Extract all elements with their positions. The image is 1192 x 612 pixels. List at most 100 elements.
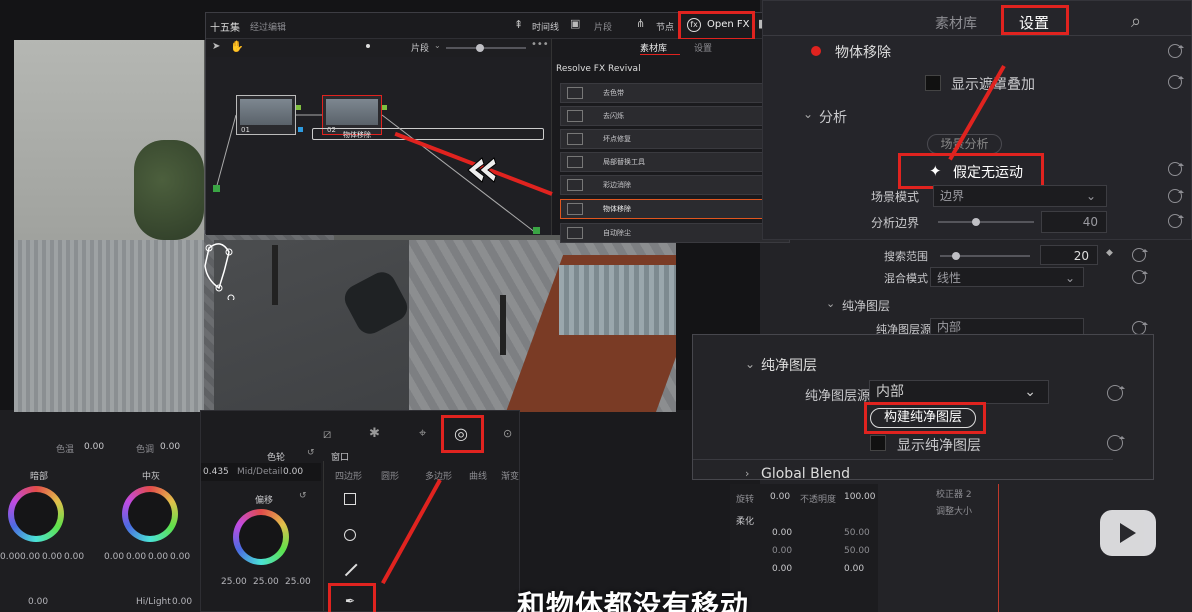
reset-icon[interactable] [1107, 435, 1125, 451]
playhead[interactable] [998, 484, 999, 612]
mask-overlay-checkbox[interactable] [925, 75, 941, 91]
search-icon[interactable]: ⌕ [1131, 11, 1141, 32]
rotate-value[interactable]: 0.00 [770, 492, 790, 502]
chevron-down-icon[interactable]: ⌄ [826, 297, 835, 310]
clip-dropdown[interactable]: 片段 [411, 41, 429, 54]
chevron-down-icon[interactable]: ⌄ [434, 41, 441, 50]
settings-tab[interactable]: 设置 [1001, 5, 1069, 35]
wheel-value[interactable]: 0.00 [104, 552, 124, 562]
wheel-value[interactable]: 0.00 [42, 552, 62, 562]
window-tool-button[interactable]: ◎ [441, 415, 484, 453]
subtab-label[interactable]: 经过编辑 [250, 20, 286, 33]
blend-mode-select[interactable]: 线性 ⌄ [930, 267, 1084, 287]
mid-detail-value[interactable]: 0.00 [283, 467, 303, 477]
blur-icon[interactable]: ⊙ [503, 427, 512, 440]
temp-value[interactable]: 0.00 [84, 442, 104, 452]
circle-window-icon[interactable] [344, 529, 356, 541]
reset-icon[interactable] [1168, 214, 1184, 228]
more-icon[interactable]: ••• [531, 39, 549, 50]
library-item[interactable]: 彩边消除 [560, 175, 790, 195]
soft-value[interactable]: 0.00 [844, 564, 864, 574]
object-mask-outline[interactable] [199, 240, 239, 300]
library-tab[interactable]: 素材库 [935, 13, 977, 33]
wheel-value[interactable]: 0.00 [170, 552, 190, 562]
show-clean-plate-checkbox[interactable] [870, 435, 886, 451]
chevron-down-icon[interactable]: ⌄ [745, 357, 755, 371]
shape-quad[interactable]: 四边形 [335, 469, 362, 482]
library-item[interactable]: 坏点修复 [560, 129, 790, 149]
wheel-value[interactable]: 0.00 [148, 552, 168, 562]
shape-gradient[interactable]: 渐变 [501, 469, 519, 482]
qualifier-icon[interactable]: ✱ [369, 426, 380, 441]
hilight-value[interactable]: 0.00 [172, 597, 192, 607]
line-window-icon[interactable] [344, 563, 358, 576]
offset-value[interactable]: 25.00 [221, 577, 247, 587]
zoom-slider[interactable] [446, 44, 526, 52]
wheel-value[interactable]: 0.00 [0, 552, 20, 562]
timeline-icon[interactable]: ⇞ [514, 18, 523, 31]
analysis-border-slider[interactable] [938, 218, 1034, 226]
reset-icon[interactable] [1168, 44, 1184, 58]
build-clean-plate-button[interactable]: 构建纯净图层 [870, 408, 976, 428]
effect-enabled-dot[interactable] [811, 46, 821, 56]
offset-color-wheel[interactable] [233, 509, 289, 565]
hand-icon[interactable]: ✋ [230, 40, 244, 53]
pointer-icon[interactable]: ➤ [212, 41, 220, 52]
chevron-down-icon[interactable]: ⌄ [803, 107, 813, 121]
pen-window-button[interactable]: ✒ [328, 583, 376, 612]
reset-icon[interactable] [1168, 162, 1184, 176]
nodes-icon[interactable]: ⋔ [636, 17, 645, 30]
soft-value[interactable]: 0.00 [772, 528, 792, 538]
library-item[interactable]: 自动除尘 [560, 223, 790, 243]
bottom-value[interactable]: 0.00 [28, 597, 48, 607]
timeline-button[interactable]: 时间线 [532, 20, 559, 33]
library-item[interactable]: 局部替换工具 [560, 152, 790, 172]
layer-item[interactable]: 校正器 2 [936, 487, 972, 500]
curves-icon[interactable]: ⧄ [323, 427, 331, 442]
library-item[interactable]: 去色带 [560, 83, 790, 103]
reset-icon[interactable] [1107, 385, 1125, 401]
square-window-icon[interactable] [344, 493, 356, 505]
assume-no-motion-button[interactable]: ✦ 假定无运动 [898, 153, 1044, 189]
openfx-button[interactable]: fx Open FX [678, 11, 755, 41]
soft-value[interactable]: 0.00 [772, 546, 792, 556]
clip-icon[interactable]: ▣ [570, 17, 580, 30]
scene-mode-select[interactable]: 边界 ⌄ [933, 185, 1107, 207]
search-range-slider[interactable] [940, 252, 1030, 260]
analysis-border-input[interactable]: 40 [1041, 211, 1107, 233]
soft-value[interactable]: 0.00 [772, 564, 792, 574]
search-range-input[interactable]: 20 [1040, 245, 1098, 265]
reset-icon[interactable] [1168, 189, 1184, 203]
reset-icon[interactable] [1168, 75, 1184, 89]
settings-tab[interactable]: 设置 [694, 41, 712, 54]
shadows-color-wheel[interactable] [8, 486, 64, 542]
node-graph[interactable]: 01 02 物体移除 [206, 57, 551, 235]
soft-value[interactable]: 50.00 [844, 546, 870, 556]
offset-value[interactable]: 25.00 [253, 577, 279, 587]
clip-button[interactable]: 片段 [594, 20, 612, 33]
opacity-value[interactable]: 100.00 [844, 492, 876, 502]
reset-icon[interactable]: ↺ [299, 491, 307, 501]
library-item-object-removal[interactable]: 物体移除 [560, 199, 790, 219]
layer-item[interactable]: 调整大小 [936, 504, 972, 517]
tint-value[interactable]: 0.00 [160, 442, 180, 452]
wheel-value[interactable]: 0.00 [126, 552, 146, 562]
reset-icon[interactable] [1132, 248, 1148, 262]
shape-circle[interactable]: 圆形 [381, 469, 399, 482]
shape-curve[interactable]: 曲线 [469, 469, 487, 482]
midtones-color-wheel[interactable] [122, 486, 178, 542]
reset-icon[interactable] [1132, 270, 1148, 284]
keyframe-icon[interactable]: ◆ [1106, 248, 1113, 258]
soft-value[interactable]: 50.00 [844, 528, 870, 538]
library-tab[interactable]: 素材库 [640, 41, 667, 54]
offset-value[interactable]: 25.00 [285, 577, 311, 587]
tracker-icon[interactable]: ⌖ [419, 426, 426, 441]
reset-icon[interactable]: ↺ [307, 448, 315, 458]
nodes-button[interactable]: 节点 [656, 20, 674, 33]
library-item[interactable]: 去闪烁 [560, 106, 790, 126]
reset-icon[interactable] [1132, 321, 1148, 335]
chevron-right-icon[interactable]: › [745, 467, 749, 480]
global-blend-section[interactable]: Global Blend [761, 466, 850, 480]
clean-plate-source-select[interactable]: 内部 ⌄ [869, 380, 1049, 404]
contrast-value[interactable]: 0.435 [203, 467, 229, 477]
